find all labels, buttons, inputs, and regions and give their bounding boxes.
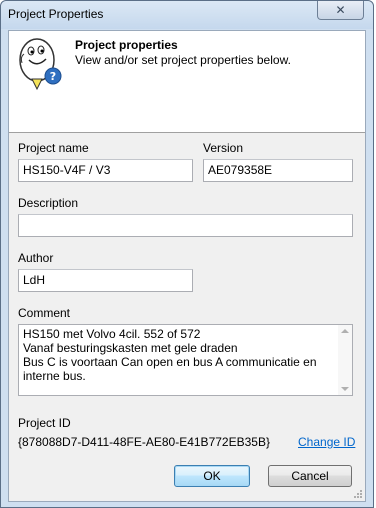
- change-id-link[interactable]: Change ID: [298, 435, 355, 449]
- version-field[interactable]: AE079358E: [203, 159, 353, 182]
- project-id-label: Project ID: [18, 416, 71, 430]
- description-label: Description: [18, 196, 79, 210]
- project-id-value: {878088D7-D411-48FE-AE80-E41B772EB35B}: [18, 435, 270, 449]
- description-field[interactable]: [18, 214, 353, 237]
- comment-line: HS150 met Volvo 4cil. 552 of 572: [23, 327, 201, 341]
- project-properties-window: Project Properties ✕ ? Project propertie…: [0, 0, 374, 508]
- resize-grip-icon[interactable]: [353, 489, 363, 499]
- title-bar[interactable]: Project Properties ✕: [1, 1, 373, 29]
- project-name-field[interactable]: HS150-V4F / V3: [18, 159, 193, 182]
- author-field[interactable]: LdH: [18, 269, 193, 292]
- window-title: Project Properties: [8, 7, 104, 21]
- header-title: Project properties: [75, 38, 178, 52]
- header-panel: ? Project properties View and/or set pro…: [9, 31, 365, 133]
- scroll-down-arrow-icon[interactable]: [341, 387, 349, 391]
- author-label: Author: [18, 251, 54, 265]
- project-name-label: Project name: [18, 141, 89, 155]
- close-icon: ✕: [335, 3, 346, 17]
- dialog-client-area: ? Project properties View and/or set pro…: [8, 30, 366, 502]
- scroll-up-arrow-icon[interactable]: [341, 329, 349, 333]
- version-label: Version: [203, 141, 244, 155]
- comment-line: interne bus.: [23, 369, 86, 383]
- comment-label: Comment: [18, 306, 71, 320]
- comment-textarea[interactable]: HS150 met Volvo 4cil. 552 of 572 Vanaf b…: [18, 324, 353, 396]
- cancel-button[interactable]: Cancel: [268, 465, 352, 487]
- svg-text:?: ?: [50, 70, 56, 83]
- comment-line: Vanaf besturingskasten met gele draden: [23, 341, 238, 355]
- comment-line: Bus C is voortaan Can open en bus A comm…: [23, 355, 317, 369]
- assistant-help-icon: ?: [15, 35, 67, 95]
- header-subtitle: View and/or set project properties below…: [75, 53, 291, 67]
- comment-scrollbar[interactable]: [338, 325, 352, 395]
- ok-button[interactable]: OK: [174, 465, 250, 487]
- close-button[interactable]: ✕: [317, 1, 364, 20]
